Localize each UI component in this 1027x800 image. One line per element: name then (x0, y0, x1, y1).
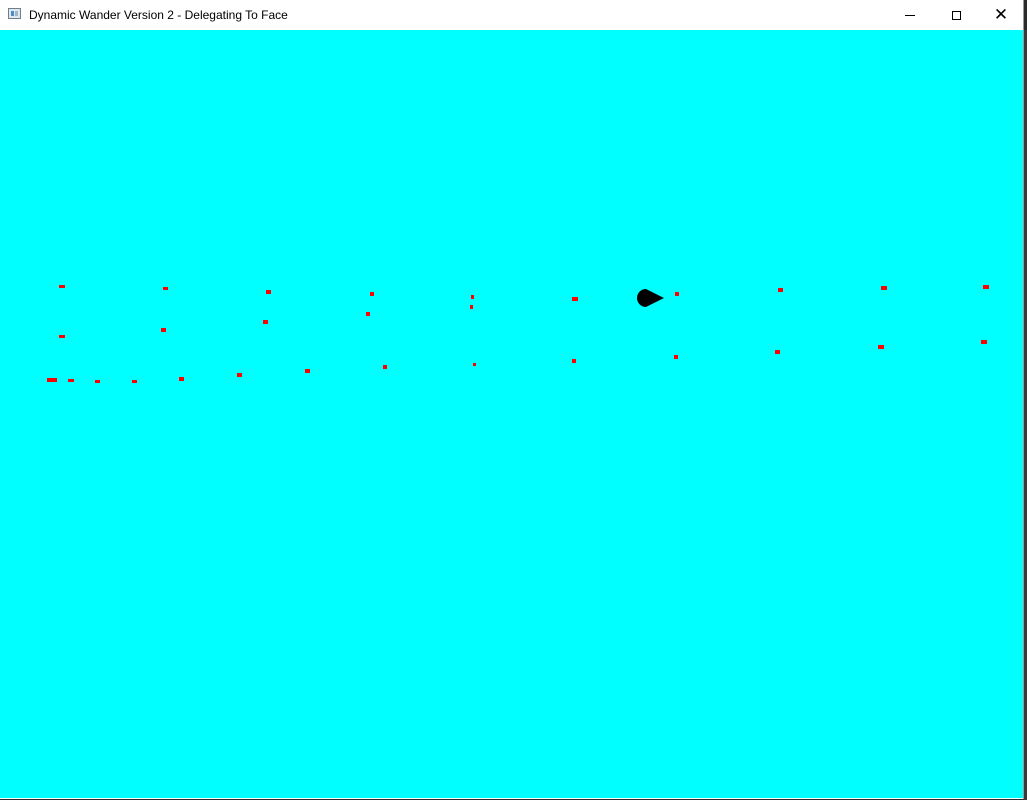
breadcrumb-dot-11 (59, 335, 65, 338)
breadcrumb-dot-15 (470, 305, 473, 309)
breadcrumb-dot-22 (305, 369, 310, 373)
wandering-agent (637, 289, 664, 307)
teardrop-agent-icon (637, 289, 664, 307)
breadcrumb-dot-14 (366, 312, 370, 316)
app-window: Dynamic Wander Version 2 - Delegating To… (0, 0, 1024, 799)
breadcrumb-dot-17 (68, 379, 74, 382)
close-button[interactable]: ✕ (978, 0, 1024, 30)
minimize-button[interactable] (887, 0, 933, 30)
breadcrumb-dot-2 (163, 287, 168, 290)
breadcrumb-dot-10 (983, 285, 989, 289)
breadcrumb-trail (47, 285, 989, 383)
breadcrumb-dot-1 (59, 285, 65, 288)
breadcrumb-dot-20 (179, 377, 184, 381)
app-window-icon[interactable] (8, 8, 21, 19)
breadcrumb-dot-26 (674, 355, 678, 359)
breadcrumb-dot-7 (675, 292, 679, 296)
window-title: Dynamic Wander Version 2 - Delegating To… (29, 8, 288, 22)
breadcrumb-dot-29 (981, 340, 987, 344)
breadcrumb-dot-27 (775, 350, 780, 354)
simulation-canvas[interactable] (0, 30, 1023, 798)
breadcrumb-dot-25 (572, 359, 576, 363)
breadcrumb-dot-13 (263, 320, 268, 324)
close-icon: ✕ (993, 4, 1009, 25)
maximize-icon (951, 10, 961, 20)
breadcrumb-dot-5 (471, 295, 474, 299)
minimize-icon (905, 14, 915, 16)
maximize-button[interactable] (933, 0, 979, 30)
breadcrumb-dot-6 (572, 297, 578, 301)
simulation-scene (47, 285, 989, 383)
breadcrumb-dot-18 (95, 380, 100, 383)
breadcrumb-dot-9 (881, 286, 887, 290)
breadcrumb-dot-3 (266, 290, 271, 294)
breadcrumb-dot-8 (778, 288, 783, 292)
breadcrumb-dot-28 (878, 345, 884, 349)
breadcrumb-dot-24 (473, 363, 476, 366)
title-bar[interactable]: Dynamic Wander Version 2 - Delegating To… (0, 0, 1023, 30)
breadcrumb-dot-12 (161, 328, 166, 332)
breadcrumb-dot-19 (132, 380, 137, 383)
breadcrumb-dot-21 (237, 373, 242, 377)
breadcrumb-dot-16 (47, 378, 57, 382)
breadcrumb-dot-4 (370, 292, 374, 296)
breadcrumb-dot-23 (383, 365, 387, 369)
